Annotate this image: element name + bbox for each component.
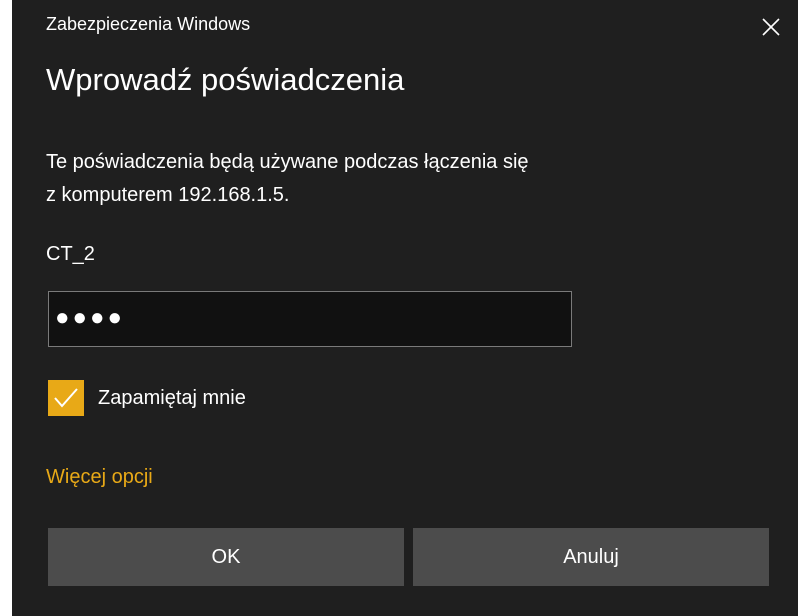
description-line-1: Te poświadczenia będą używane podczas łą… — [46, 151, 529, 173]
remember-me-checkbox-row[interactable]: Zapamiętaj mnie — [48, 380, 246, 416]
remember-me-label: Zapamiętaj mnie — [98, 386, 246, 409]
remember-me-checkbox[interactable] — [48, 380, 84, 416]
dialog-description: Te poświadczenia będą używane podczas łą… — [46, 146, 686, 212]
screen: Zabezpieczenia Windows Wprowadź poświadc… — [0, 0, 798, 616]
description-line-2: z komputerem 192.168.1.5. — [46, 184, 290, 206]
close-icon — [762, 18, 780, 36]
credentials-dialog: Zabezpieczenia Windows Wprowadź poświadc… — [12, 0, 798, 616]
ok-button[interactable]: OK — [48, 528, 404, 586]
username-label: CT_2 — [46, 243, 95, 265]
close-button[interactable] — [744, 0, 798, 54]
password-input[interactable]: ●●●● — [48, 291, 572, 347]
more-options-link[interactable]: Więcej opcji — [46, 466, 153, 489]
checkmark-icon — [54, 388, 78, 408]
cancel-button[interactable]: Anuluj — [413, 528, 769, 586]
window-title: Zabezpieczenia Windows — [46, 14, 251, 34]
dialog-heading: Wprowadź poświadczenia — [46, 62, 405, 97]
